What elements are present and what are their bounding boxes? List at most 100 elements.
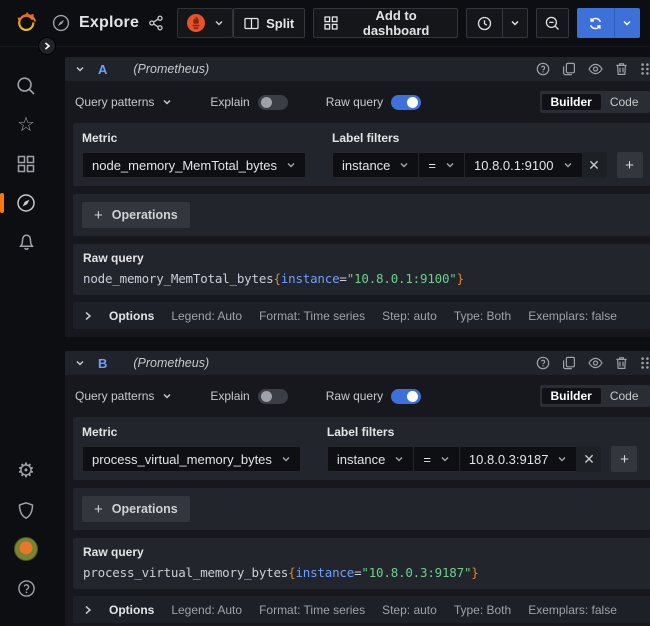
grafana-logo[interactable] (0, 10, 52, 36)
raw-close-brace: } (471, 565, 478, 580)
options-row[interactable]: Options Legend: Auto Format: Time series… (73, 596, 650, 623)
sidebar-item-explore[interactable] (6, 186, 46, 220)
page-title: Explore (79, 14, 139, 32)
raw-query-text: node_memory_MemTotal_bytes{instance="10.… (83, 271, 642, 286)
raw-open-brace: { (273, 271, 280, 286)
split-button[interactable]: Split (233, 8, 305, 38)
code-mode-button[interactable]: Code (601, 388, 648, 404)
remove-filter-button[interactable]: ✕ (576, 446, 601, 472)
query-toolbar: Query patterns Explain Raw query Builder… (75, 90, 650, 114)
zoom-out-button[interactable] (536, 8, 569, 38)
option-format: Format: Time series (259, 309, 365, 323)
duplicate-query-icon[interactable] (562, 356, 576, 370)
collapse-chevron-icon[interactable] (75, 64, 85, 74)
time-picker-button[interactable] (466, 8, 503, 38)
filter-operator-select[interactable]: = (413, 446, 459, 472)
duplicate-query-icon[interactable] (562, 62, 576, 76)
time-picker-caret-button[interactable] (503, 8, 528, 38)
sidebar-item-help[interactable] (6, 571, 46, 605)
run-query-split-button (577, 8, 640, 38)
filter-value-select[interactable]: 10.8.0.1:9100 (464, 152, 582, 178)
star-icon: ☆ (17, 115, 35, 135)
query-datasource-label: (Prometheus) (133, 356, 209, 370)
filter-operator-select[interactable]: = (418, 152, 464, 178)
remove-query-trash-icon[interactable] (615, 62, 628, 76)
add-to-dashboard-button[interactable]: Add to dashboard (313, 8, 458, 38)
datasource-picker[interactable] (177, 8, 233, 38)
filter-key-select[interactable]: instance (327, 446, 413, 472)
sidebar-item-alerting[interactable] (6, 225, 46, 259)
sidebar-item-search[interactable] (6, 69, 46, 103)
sidebar-item-profile[interactable] (6, 532, 46, 566)
query-row-a-body: Query patterns Explain Raw query Builder… (65, 81, 650, 337)
query-row-a-header[interactable]: A (Prometheus) (65, 57, 650, 81)
drag-handle-icon[interactable] (640, 356, 650, 370)
query-patterns-dropdown[interactable]: Query patterns (75, 389, 172, 403)
drag-handle-icon[interactable] (640, 62, 650, 76)
raw-label: instance (295, 565, 354, 580)
collapse-chevron-icon[interactable] (75, 358, 85, 368)
raw-query-label: Raw query (326, 389, 383, 403)
add-operation-button[interactable]: + Operations (82, 496, 190, 522)
remove-filter-button[interactable]: ✕ (582, 152, 607, 178)
hide-response-eye-icon[interactable] (588, 357, 603, 369)
query-help-icon[interactable] (536, 62, 550, 76)
filter-value-select[interactable]: 10.8.0.3:9187 (459, 446, 577, 472)
query-row-a: A (Prometheus) (65, 57, 650, 337)
raw-query-card: Raw query node_memory_MemTotal_bytes{ins… (73, 244, 650, 295)
metric-select[interactable]: process_virtual_memory_bytes (82, 446, 301, 472)
add-filter-button[interactable]: + (617, 152, 643, 178)
add-filter-button[interactable]: + (611, 446, 637, 472)
editor-mode-group: Builder Code (540, 91, 650, 113)
option-type: Type: Both (454, 603, 511, 617)
raw-query-text: process_virtual_memory_bytes{instance="1… (83, 565, 642, 580)
sidebar-item-server-admin[interactable] (6, 493, 46, 527)
remove-query-trash-icon[interactable] (615, 356, 628, 370)
code-mode-button[interactable]: Code (601, 94, 648, 110)
builder-mode-button[interactable]: Builder (542, 388, 601, 404)
run-query-button[interactable] (577, 8, 614, 38)
metric-select[interactable]: node_memory_MemTotal_bytes (82, 152, 306, 178)
sidebar-expand-button[interactable] (38, 37, 56, 55)
query-help-icon[interactable] (536, 356, 550, 370)
metric-field-label: Metric (82, 425, 301, 439)
chevron-right-icon (84, 605, 92, 615)
options-row[interactable]: Options Legend: Auto Format: Time series… (73, 302, 650, 329)
share-icon[interactable] (148, 15, 164, 31)
label-filters-field: Label filters instance = (327, 425, 638, 472)
metric-select-value: node_memory_MemTotal_bytes (92, 158, 277, 173)
explain-label: Explain (210, 389, 249, 403)
hide-response-eye-icon[interactable] (588, 63, 603, 75)
bell-icon (17, 233, 36, 252)
plus-icon: + (94, 501, 103, 518)
metric-filters-card: Metric process_virtual_memory_bytes Labe… (73, 417, 650, 480)
explain-toggle[interactable] (258, 95, 288, 110)
raw-query-toggle[interactable] (391, 389, 421, 404)
add-operation-button[interactable]: + Operations (82, 202, 190, 228)
raw-close-brace: } (457, 271, 464, 286)
raw-query-label: Raw query (326, 95, 383, 109)
sidebar-item-dashboards[interactable] (6, 147, 46, 181)
query-row-b-header[interactable]: B (Prometheus) (65, 351, 650, 375)
raw-query-title: Raw query (83, 545, 642, 559)
option-step: Step: auto (382, 603, 437, 617)
compass-icon (16, 193, 36, 213)
run-query-caret-button[interactable] (614, 8, 640, 38)
time-picker (466, 8, 528, 38)
explain-toggle[interactable] (258, 389, 288, 404)
label-filters-label: Label filters (332, 131, 643, 145)
query-patterns-dropdown[interactable]: Query patterns (75, 95, 172, 109)
filter-key-select[interactable]: instance (332, 152, 418, 178)
operations-card: + Operations (73, 194, 650, 236)
sidebar-item-starred[interactable]: ☆ (6, 108, 46, 142)
explore-compass-icon (52, 14, 70, 32)
query-row-b-body: Query patterns Explain Raw query Builder… (65, 375, 650, 626)
explain-label: Explain (210, 95, 249, 109)
raw-query-toggle[interactable] (391, 95, 421, 110)
builder-mode-button[interactable]: Builder (542, 94, 601, 110)
sidebar-item-configuration[interactable]: ⚙ (6, 454, 46, 488)
query-patterns-label: Query patterns (75, 95, 154, 109)
metric-field-label: Metric (82, 131, 306, 145)
operations-label: Operations (112, 208, 178, 222)
metric-select-value: process_virtual_memory_bytes (92, 452, 272, 467)
